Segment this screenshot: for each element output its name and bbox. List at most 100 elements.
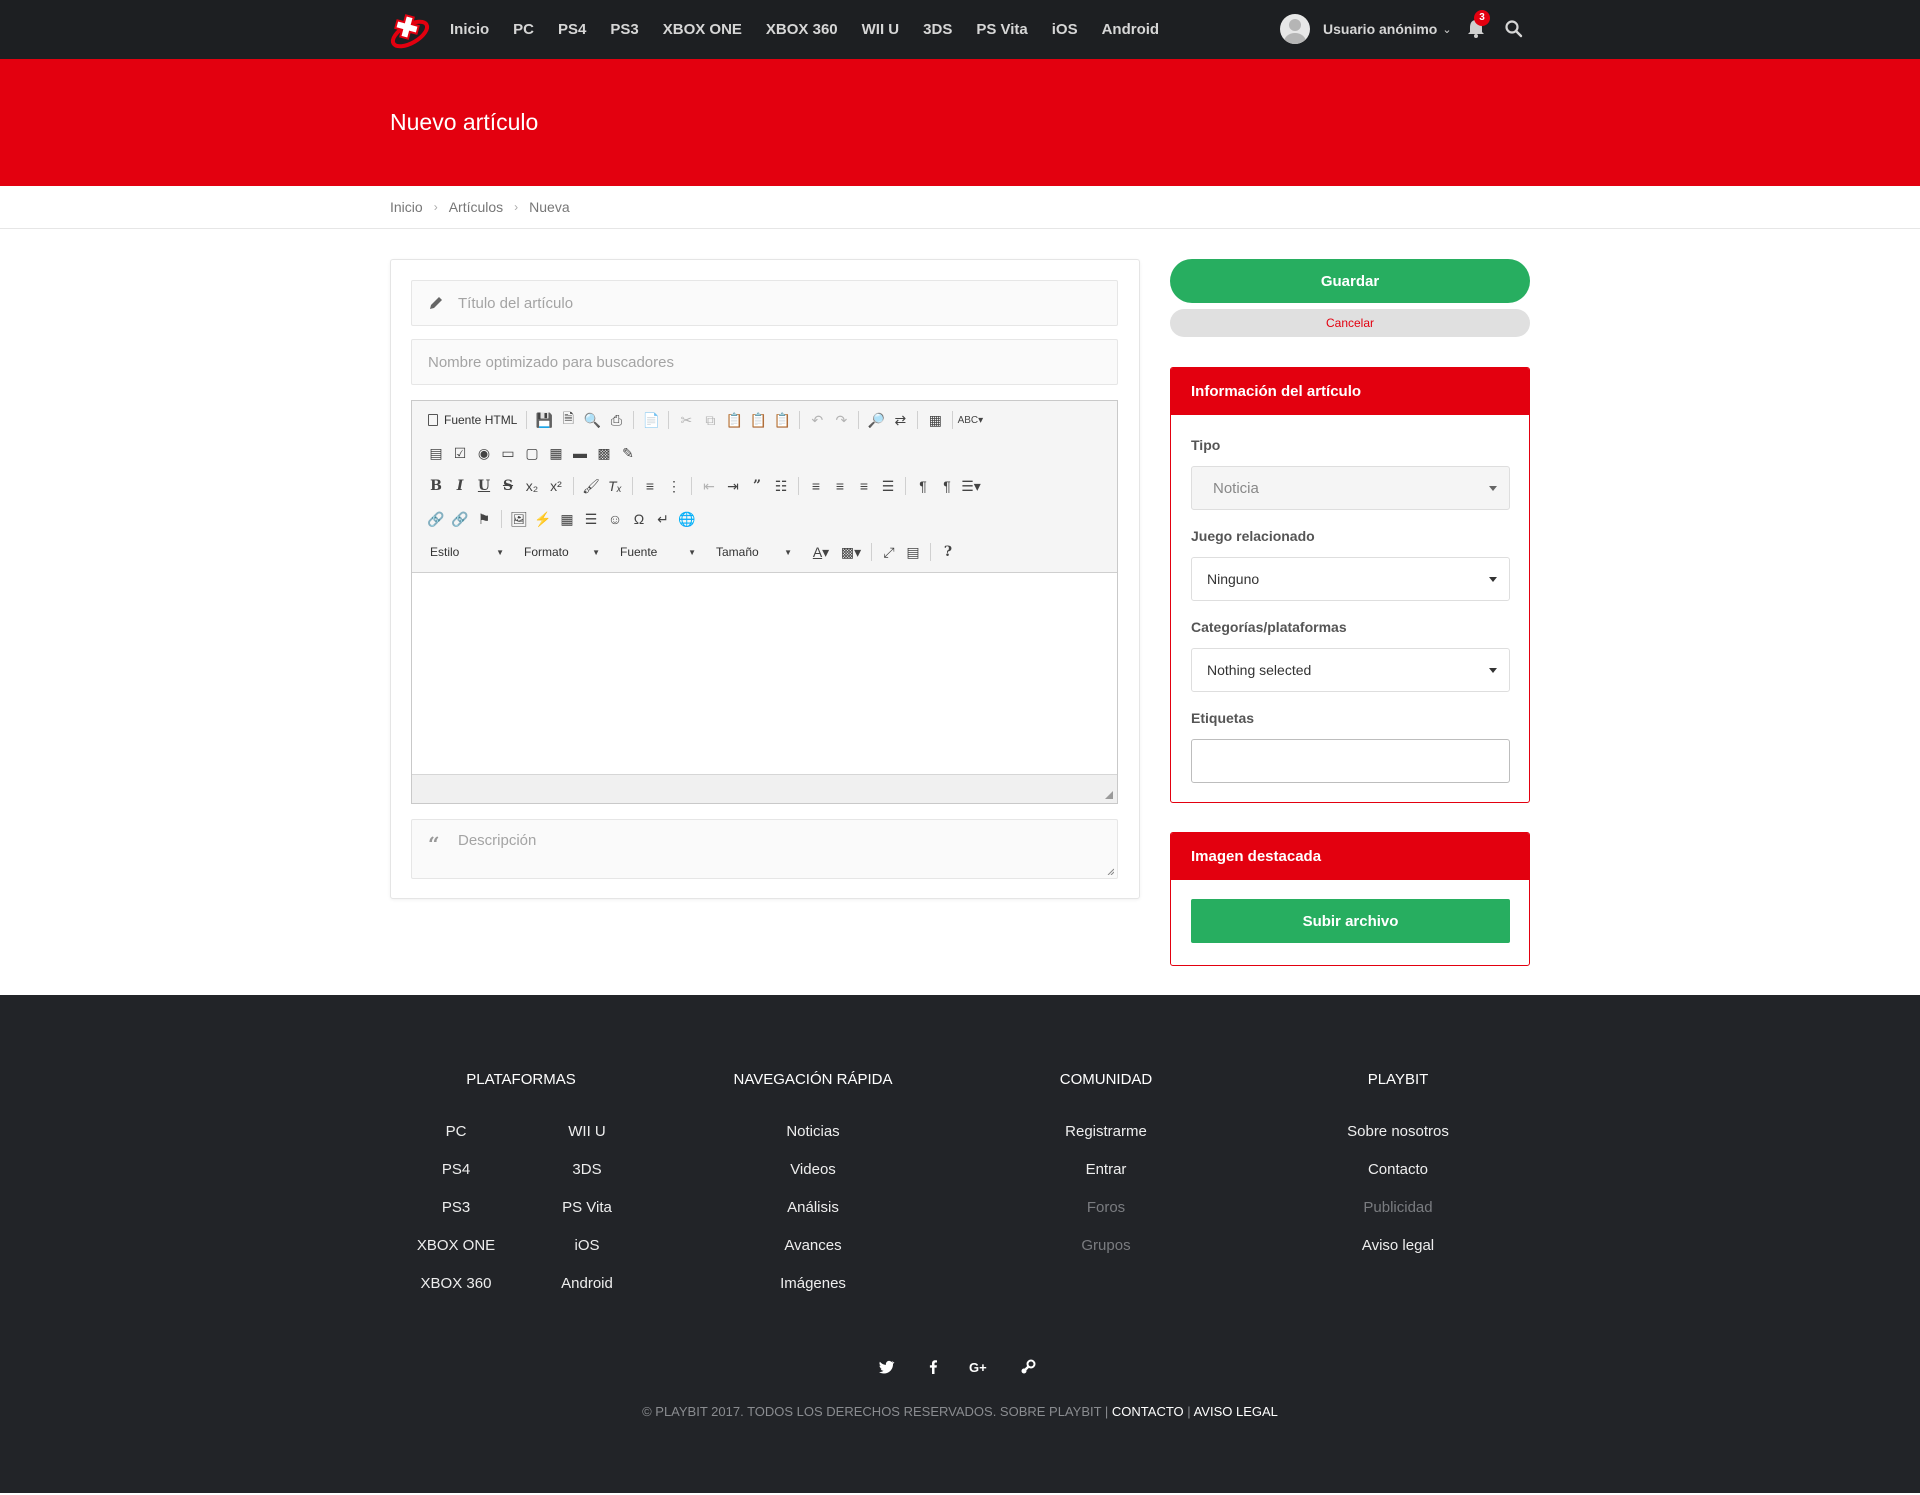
google-plus-icon[interactable]: G+ (968, 1355, 992, 1379)
description-textarea[interactable]: “ Descripción (411, 819, 1118, 879)
footer-link-registrarme[interactable]: Registrarme (1026, 1123, 1186, 1140)
form-icon[interactable]: ▤ (424, 441, 448, 465)
footer-link-aviso-legal[interactable]: Aviso legal (1318, 1237, 1478, 1254)
categorias-select[interactable]: Nothing selected (1191, 648, 1510, 692)
maximize-icon[interactable]: ⤢ (877, 540, 901, 564)
nav-pc[interactable]: PC (513, 21, 534, 38)
cut-icon[interactable]: ✂ (674, 408, 698, 432)
smiley-icon[interactable]: ☺ (603, 507, 627, 531)
footer-link-3ds[interactable]: 3DS (507, 1161, 667, 1178)
cancel-button[interactable]: Cancelar (1170, 309, 1530, 337)
align-right-icon[interactable]: ≡ (852, 474, 876, 498)
footer-link-grupos[interactable]: Grupos (1026, 1237, 1186, 1254)
nav-android[interactable]: Android (1102, 21, 1160, 38)
steam-icon[interactable] (1016, 1355, 1040, 1379)
blockquote-icon[interactable]: ” (745, 474, 769, 498)
footer-link-publicidad[interactable]: Publicidad (1318, 1199, 1478, 1216)
page-break-icon[interactable]: ↵ (651, 507, 675, 531)
rtl-icon[interactable]: ¶ (935, 474, 959, 498)
breadcrumb-articulos[interactable]: Artículos (449, 199, 503, 215)
indent-icon[interactable]: ⇥ (721, 474, 745, 498)
style-combo[interactable]: Estilo ▼ (424, 541, 510, 563)
ltr-icon[interactable]: ¶ (911, 474, 935, 498)
footer-link-avances[interactable]: Avances (733, 1237, 893, 1254)
unlink-icon[interactable]: 🔗 (448, 507, 472, 531)
nav-inicio[interactable]: Inicio (450, 21, 489, 38)
juego-select[interactable]: Ninguno (1191, 557, 1510, 601)
resize-handle-icon[interactable] (1105, 791, 1113, 799)
nav-ps3[interactable]: PS3 (610, 21, 638, 38)
nav-3ds[interactable]: 3DS (923, 21, 952, 38)
anchor-icon[interactable]: ⚑ (472, 507, 496, 531)
italic-icon[interactable]: I (448, 474, 472, 498)
spellcheck-icon[interactable]: ABC▾ (958, 408, 984, 432)
preview-icon[interactable]: 🔍 (580, 408, 604, 432)
source-html-button[interactable]: Fuente HTML (424, 408, 521, 432)
language-icon[interactable]: ☰▾ (959, 474, 983, 498)
strikethrough-icon[interactable]: S (496, 474, 520, 498)
paste-word-icon[interactable]: 📋 (770, 408, 794, 432)
size-combo[interactable]: Tamaño ▼ (710, 541, 798, 563)
paste-icon[interactable]: 📋 (722, 408, 746, 432)
footer-link-ps-vita[interactable]: PS Vita (507, 1199, 667, 1216)
format-combo[interactable]: Formato ▼ (518, 541, 606, 563)
paste-text-icon[interactable]: 📋 (746, 408, 770, 432)
textfield-icon[interactable]: ▭ (496, 441, 520, 465)
font-combo[interactable]: Fuente ▼ (614, 541, 702, 563)
select-all-icon[interactable]: ▦ (923, 408, 947, 432)
link-icon[interactable]: 🔗 (424, 507, 448, 531)
image-button-icon[interactable]: ▩ (592, 441, 616, 465)
nav-ps-vita[interactable]: PS Vita (976, 21, 1027, 38)
title-input[interactable]: Título del artículo (411, 280, 1118, 326)
nav-xbox-one[interactable]: XBOX ONE (663, 21, 742, 38)
bulleted-list-icon[interactable]: ⋮ (662, 474, 686, 498)
flash-icon[interactable]: ⚡ (531, 507, 555, 531)
save-icon[interactable]: 💾 (532, 408, 556, 432)
etiquetas-input[interactable] (1191, 739, 1510, 783)
text-color-icon[interactable]: A ▾ (806, 540, 836, 564)
bold-icon[interactable]: B (424, 474, 448, 498)
new-page-icon[interactable]: 🗎 (556, 408, 580, 432)
templates-icon[interactable]: 📄 (639, 408, 663, 432)
upload-file-button[interactable]: Subir archivo (1191, 899, 1510, 943)
superscript-icon[interactable]: x² (544, 474, 568, 498)
footer-link-entrar[interactable]: Entrar (1026, 1161, 1186, 1178)
radio-icon[interactable]: ◉ (472, 441, 496, 465)
save-button[interactable]: Guardar (1170, 259, 1530, 303)
footer-link-foros[interactable]: Foros (1026, 1199, 1186, 1216)
replace-icon[interactable]: ⇄ (888, 408, 912, 432)
numbered-list-icon[interactable]: ≡ (638, 474, 662, 498)
footer-link-contacto[interactable]: Contacto (1318, 1161, 1478, 1178)
playbit-logo[interactable] (388, 8, 432, 52)
nav-xbox-360[interactable]: XBOX 360 (766, 21, 838, 38)
undo-icon[interactable]: ↶ (805, 408, 829, 432)
select-field-icon[interactable]: ▦ (544, 441, 568, 465)
special-char-icon[interactable]: Ω (627, 507, 651, 531)
table-icon[interactable]: ▦ (555, 507, 579, 531)
footer-link-wii-u[interactable]: WII U (507, 1123, 667, 1140)
footer-contacto-link[interactable]: CONTACTO (1112, 1404, 1184, 1419)
facebook-icon[interactable] (921, 1355, 945, 1379)
footer-aviso-link[interactable]: AVISO LEGAL (1194, 1404, 1278, 1419)
find-icon[interactable]: 🔎 (864, 408, 888, 432)
tipo-select[interactable]: Noticia (1191, 466, 1510, 510)
footer-link-imagenes[interactable]: Imágenes (733, 1275, 893, 1292)
search-icon[interactable] (1504, 19, 1524, 39)
button-field-icon[interactable]: ▬ (568, 441, 592, 465)
nav-ios[interactable]: iOS (1052, 21, 1078, 38)
checkbox-icon[interactable]: ☑ (448, 441, 472, 465)
redo-icon[interactable]: ↷ (829, 408, 853, 432)
print-icon[interactable]: ⎙ (604, 408, 628, 432)
textarea-icon[interactable]: ▢ (520, 441, 544, 465)
subscript-icon[interactable]: x₂ (520, 474, 544, 498)
align-left-icon[interactable]: ≡ (804, 474, 828, 498)
footer-link-ios[interactable]: iOS (507, 1237, 667, 1254)
bg-color-icon[interactable]: ▩▾ (836, 540, 866, 564)
help-icon[interactable]: ? (936, 540, 960, 564)
outdent-icon[interactable]: ⇤ (697, 474, 721, 498)
nav-ps4[interactable]: PS4 (558, 21, 586, 38)
underline-icon[interactable]: U (472, 474, 496, 498)
iframe-icon[interactable]: 🌐 (675, 507, 699, 531)
footer-link-noticias[interactable]: Noticias (733, 1123, 893, 1140)
horizontal-line-icon[interactable]: ☰ (579, 507, 603, 531)
